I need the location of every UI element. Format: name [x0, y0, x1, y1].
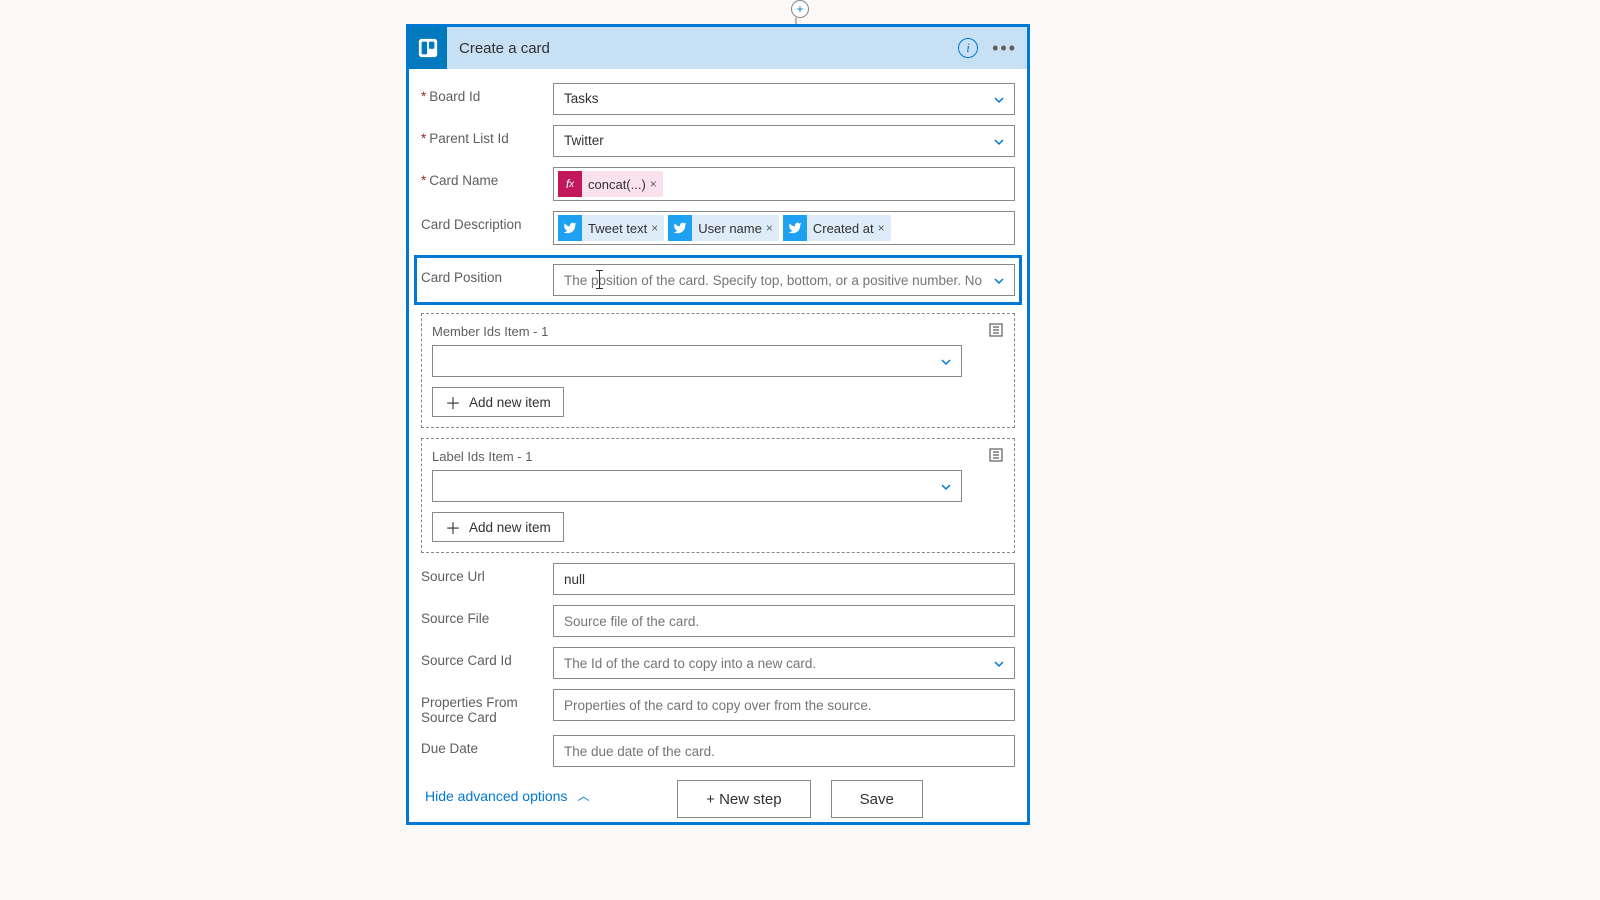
parentlistid-select[interactable]: Twitter	[553, 125, 1015, 157]
label-properties: Properties From Source Card	[421, 689, 553, 725]
label-source-card-id: Source Card Id	[421, 647, 553, 668]
token-remove-icon[interactable]: ×	[766, 221, 773, 235]
label-member-ids: Member Ids Item - 1	[432, 324, 1004, 339]
label-due-date: Due Date	[421, 735, 553, 756]
add-member-item-button[interactable]: ＋ Add new item	[432, 387, 564, 417]
label-card-name: *Card Name	[421, 167, 553, 188]
switch-array-icon[interactable]	[986, 445, 1006, 465]
member-ids-array: Member Ids Item - 1 ＋ Add new item	[421, 313, 1015, 428]
label-label-ids: Label Ids Item - 1	[432, 449, 1004, 464]
token-remove-icon[interactable]: ×	[650, 177, 657, 191]
cardposition-input[interactable]	[553, 264, 1015, 296]
sourcecardid-input[interactable]	[553, 647, 1015, 679]
dynamic-token[interactable]: User name ×	[668, 215, 779, 241]
token-remove-icon[interactable]: ×	[651, 221, 658, 235]
label-card-description: Card Description	[421, 211, 553, 232]
twitter-icon	[558, 215, 582, 241]
card-header[interactable]: Create a card i •••	[409, 27, 1027, 69]
more-icon[interactable]: •••	[992, 38, 1017, 59]
action-card: Create a card i ••• *Board Id Tasks *Par…	[406, 24, 1030, 825]
boardid-select[interactable]: Tasks	[553, 83, 1015, 115]
card-title: Create a card	[459, 40, 550, 57]
label-card-position: Card Position	[421, 264, 553, 285]
dynamic-token[interactable]: Tweet text ×	[558, 215, 664, 241]
save-button[interactable]: Save	[831, 780, 923, 818]
properties-input[interactable]	[553, 689, 1015, 721]
cardname-input[interactable]: fx concat(...) ×	[553, 167, 1015, 201]
text-cursor	[599, 271, 600, 288]
trello-icon	[409, 27, 447, 69]
fx-icon: fx	[558, 171, 582, 197]
label-ids-array: Label Ids Item - 1 ＋ Add new item	[421, 438, 1015, 553]
duedate-input[interactable]	[553, 735, 1015, 767]
new-step-button[interactable]: + New step	[677, 780, 810, 818]
twitter-icon	[668, 215, 692, 241]
label-source-url: Source Url	[421, 563, 553, 584]
footer-actions: + New step Save	[0, 780, 1600, 818]
carddescription-input[interactable]: Tweet text × User name × Created at ×	[553, 211, 1015, 245]
card-position-row: Card Position	[414, 255, 1022, 305]
dynamic-token[interactable]: Created at ×	[783, 215, 891, 241]
token-remove-icon[interactable]: ×	[878, 221, 885, 235]
plus-icon: ＋	[445, 390, 461, 414]
info-icon[interactable]: i	[958, 38, 978, 58]
label-source-file: Source File	[421, 605, 553, 626]
add-label-item-button[interactable]: ＋ Add new item	[432, 512, 564, 542]
label-board-id: *Board Id	[421, 83, 553, 104]
expression-token[interactable]: fx concat(...) ×	[558, 171, 663, 197]
label-parent-list-id: *Parent List Id	[421, 125, 553, 146]
sourcefile-input[interactable]	[553, 605, 1015, 637]
plus-icon: ＋	[445, 515, 461, 539]
switch-array-icon[interactable]	[986, 320, 1006, 340]
memberids-select[interactable]	[432, 345, 962, 377]
twitter-icon	[783, 215, 807, 241]
sourceurl-input[interactable]	[553, 563, 1015, 595]
labelids-select[interactable]	[432, 470, 962, 502]
form-body: *Board Id Tasks *Parent List Id Twitter …	[409, 69, 1027, 822]
